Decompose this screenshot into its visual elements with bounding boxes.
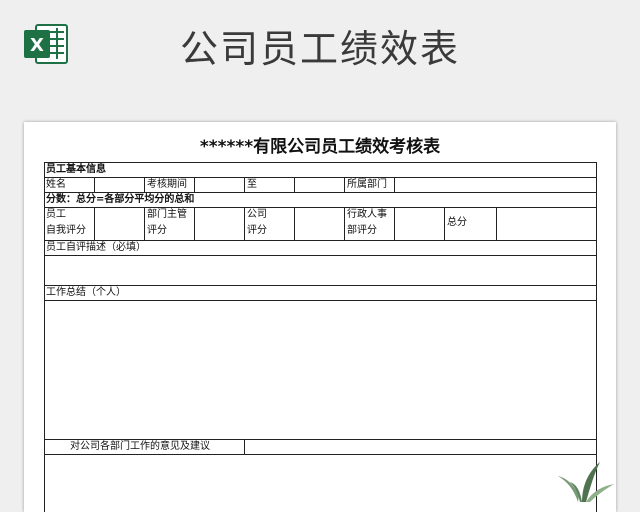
manager-score-label: 部门主管 评分	[147, 209, 187, 236]
period-label: 考核期间	[147, 179, 187, 190]
work-summary-label: 工作总结（个人）	[46, 287, 126, 298]
score-note: 分数：总分=各部分平均分的总和	[46, 194, 195, 205]
self-desc-label: 员工自评描述（必填）	[46, 242, 146, 253]
suggestion-header-input[interactable]	[245, 440, 596, 454]
name-label: 姓名	[46, 179, 66, 190]
section-basic-info: 员工基本信息	[46, 164, 106, 175]
company-score-input[interactable]	[295, 208, 344, 240]
name-input[interactable]	[95, 178, 144, 192]
total-score-input[interactable]	[497, 208, 596, 240]
self-score-input[interactable]	[95, 208, 144, 240]
period-start-input[interactable]	[195, 178, 244, 192]
company-score-label: 公司 评分	[247, 209, 267, 236]
suggestion-input[interactable]	[45, 455, 596, 512]
period-end-input[interactable]	[295, 178, 344, 192]
dept-input[interactable]	[395, 178, 596, 192]
page-title: 公司员工绩效表	[179, 27, 460, 71]
total-score-label: 总分	[447, 217, 467, 228]
dept-label: 所属部门	[347, 179, 387, 190]
manager-score-input[interactable]	[195, 208, 244, 240]
hr-score-input[interactable]	[395, 208, 444, 240]
work-summary-input[interactable]	[45, 301, 596, 439]
spreadsheet-preview: ******有限公司员工绩效考核表 员工基本信息 姓名 考核期间 至 所属部门 …	[24, 122, 616, 512]
to-label: 至	[247, 179, 257, 190]
plant-icon	[558, 462, 614, 502]
self-desc-input[interactable]	[45, 256, 596, 285]
suggestion-label: 对公司各部门工作的意见及建议	[70, 441, 210, 452]
performance-form: 员工基本信息 姓名 考核期间 至 所属部门 分数：总分=各部分平均分的总和 员工…	[44, 162, 597, 512]
self-score-label: 员工 自我评分	[46, 209, 86, 236]
hr-score-label: 行政人事 部评分	[347, 209, 387, 236]
form-title: ******有限公司员工绩效考核表	[199, 137, 441, 157]
